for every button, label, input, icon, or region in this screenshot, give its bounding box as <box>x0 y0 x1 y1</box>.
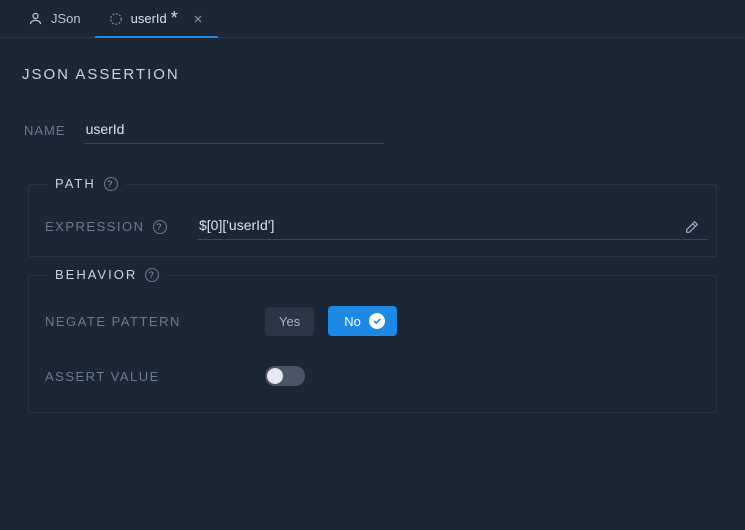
close-icon[interactable] <box>192 13 204 25</box>
tab-userid[interactable]: userId * <box>95 0 218 37</box>
path-fieldset: PATH ? EXPRESSION ? <box>28 184 717 257</box>
help-icon[interactable]: ? <box>145 268 159 282</box>
negate-no-button[interactable]: No <box>328 306 397 336</box>
negate-no-label: No <box>344 314 361 329</box>
help-icon[interactable]: ? <box>153 220 167 234</box>
tab-bar: JSon userId * <box>0 0 745 38</box>
negate-yes-button[interactable]: Yes <box>265 307 314 336</box>
tab-json[interactable]: JSon <box>14 0 95 37</box>
behavior-legend-text: BEHAVIOR <box>55 267 137 282</box>
assert-row: ASSERT VALUE <box>45 336 700 386</box>
behavior-legend: BEHAVIOR ? <box>47 267 167 282</box>
negate-toggle-group: Yes No <box>265 306 397 336</box>
behavior-fieldset: BEHAVIOR ? NEGATE PATTERN Yes No ASSERT … <box>28 275 717 413</box>
expression-row: EXPRESSION ? <box>45 185 700 240</box>
assert-label: ASSERT VALUE <box>45 369 265 384</box>
edit-icon[interactable] <box>684 219 700 235</box>
expression-label-text: EXPRESSION <box>45 219 145 234</box>
toggle-knob <box>267 368 283 384</box>
path-legend-text: PATH <box>55 176 96 191</box>
negate-label: NEGATE PATTERN <box>45 314 265 329</box>
assert-value-toggle[interactable] <box>265 366 305 386</box>
tab-label: JSon <box>51 11 81 26</box>
check-circle-icon <box>369 313 385 329</box>
name-input[interactable] <box>84 117 384 144</box>
editor-content: JSON ASSERTION NAME PATH ? EXPRESSION ? … <box>0 38 745 413</box>
path-legend: PATH ? <box>47 176 126 191</box>
expression-label: EXPRESSION ? <box>45 219 197 234</box>
page-title: JSON ASSERTION <box>22 66 723 83</box>
negate-row: NEGATE PATTERN Yes No <box>45 276 700 336</box>
tab-label: userId <box>131 11 167 26</box>
name-row: NAME <box>22 113 723 174</box>
help-icon[interactable]: ? <box>104 177 118 191</box>
modified-indicator-icon: * <box>171 8 178 29</box>
dotted-circle-icon <box>109 12 123 26</box>
user-icon <box>28 11 43 26</box>
name-label: NAME <box>24 123 66 138</box>
expression-input[interactable] <box>197 213 708 240</box>
